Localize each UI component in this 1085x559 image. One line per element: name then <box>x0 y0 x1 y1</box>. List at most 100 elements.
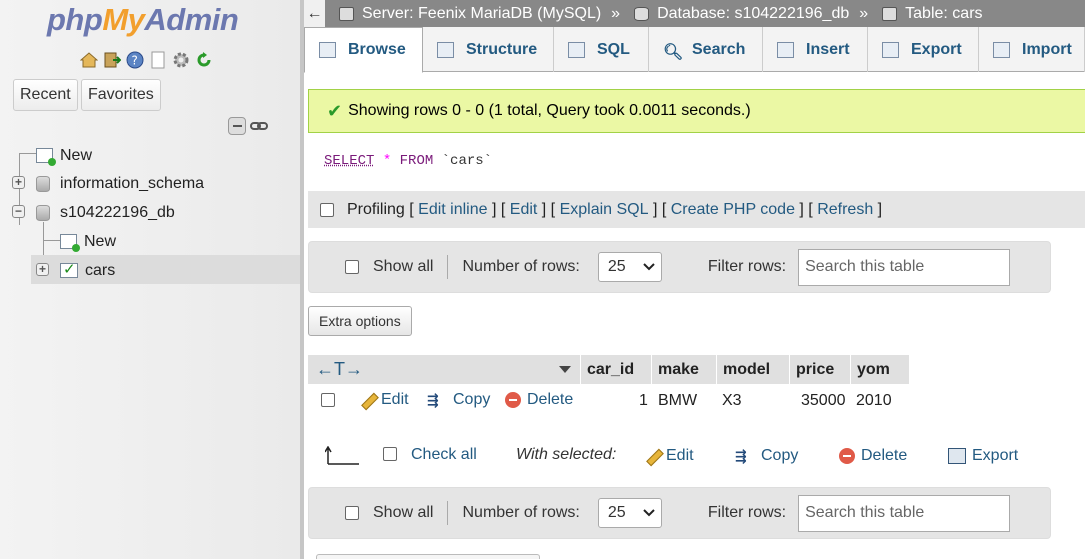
recent-button[interactable]: Recent <box>13 79 78 111</box>
table-navigation-top: Show all Number of rows: 25 Filter rows:… <box>308 241 1051 293</box>
sort-options-icon[interactable] <box>558 365 572 374</box>
tree-item-cars[interactable]: cars <box>60 256 115 285</box>
explain-sql-link[interactable]: Explain SQL <box>560 201 649 219</box>
cell-yom[interactable]: 2010 <box>856 392 892 410</box>
tree-item-new-table[interactable]: New <box>60 227 116 256</box>
tree-item-label: cars <box>85 262 115 280</box>
column-resize-icon[interactable]: ←T→ <box>316 359 363 380</box>
tree-item-label: New <box>84 233 116 251</box>
phpmyadmin-logo[interactable]: phpMyAdmin <box>47 2 238 38</box>
show-all-label: Show all <box>373 258 433 276</box>
tab-insert[interactable]: Insert <box>763 27 868 72</box>
breadcrumb: ← Server: Feenix MariaDB (MySQL) » Datab… <box>304 0 1085 27</box>
row-delete-button[interactable]: Delete <box>505 391 573 409</box>
row-copy-button[interactable]: ⇶ Copy <box>427 391 490 409</box>
insert-icon <box>777 42 794 58</box>
breadcrumb-server[interactable]: Server: Feenix MariaDB (MySQL) <box>339 5 601 23</box>
tree-item-information-schema[interactable]: information_schema <box>36 169 204 198</box>
check-all-label[interactable]: Check all <box>411 446 477 464</box>
settings-icon[interactable] <box>171 50 190 69</box>
tab-label: SQL <box>597 41 630 59</box>
refresh-link[interactable]: Refresh <box>817 201 873 219</box>
pencil-icon <box>644 448 660 464</box>
tab-search[interactable]: 🔍︎ Search <box>649 27 763 72</box>
breadcrumb-table-label: Table: cars <box>905 5 982 23</box>
tree-item-label: information_schema <box>60 175 204 193</box>
column-header-price[interactable]: price <box>790 355 850 384</box>
expand-icon[interactable]: + <box>36 263 49 276</box>
number-of-rows-select[interactable]: 25 <box>598 252 662 282</box>
number-of-rows-label: Number of rows: <box>462 258 579 276</box>
number-of-rows-select[interactable]: 25 <box>598 498 662 528</box>
favorites-button[interactable]: Favorites <box>81 79 161 111</box>
table-tabs: Browse Structure SQL 🔍︎ Search Insert Exp… <box>304 27 1085 72</box>
row-delete-label: Delete <box>527 391 573 409</box>
filter-rows-input[interactable]: Search this table <box>798 495 1010 532</box>
tab-import[interactable]: Import <box>979 27 1085 72</box>
svg-text:?: ? <box>131 53 137 67</box>
reload-icon[interactable] <box>194 50 213 69</box>
tab-sql[interactable]: SQL <box>554 27 649 72</box>
collapse-icon[interactable]: − <box>12 205 25 218</box>
sql-keyword-select[interactable]: SELECT <box>324 153 374 169</box>
tree-item-s104222196-db[interactable]: s104222196_db <box>36 198 175 227</box>
filter-rows-label: Filter rows: <box>708 504 786 522</box>
cell-model[interactable]: X3 <box>722 392 742 410</box>
bulk-export-button[interactable]: Export <box>948 447 1018 465</box>
cell-price[interactable]: 35000 <box>801 392 846 410</box>
chevron-down-icon <box>643 509 655 517</box>
bulk-delete-button[interactable]: Delete <box>839 447 907 465</box>
tab-browse[interactable]: Browse <box>304 27 423 73</box>
query-results-operations-box <box>316 554 540 559</box>
logout-icon[interactable] <box>102 50 121 69</box>
column-header-model[interactable]: model <box>717 355 789 384</box>
expand-icon[interactable]: + <box>12 176 25 189</box>
breadcrumb-database[interactable]: Database: s104222196_db <box>634 5 849 23</box>
filter-rows-input[interactable]: Search this table <box>798 249 1010 286</box>
sql-table-name: `cars` <box>442 153 492 169</box>
cell-car-id[interactable]: 1 <box>639 392 648 410</box>
link-icon[interactable] <box>250 117 268 135</box>
show-all-checkbox[interactable] <box>345 260 359 274</box>
create-php-code-link[interactable]: Create PHP code <box>671 201 795 219</box>
collapse-all-icon[interactable] <box>228 117 246 135</box>
breadcrumb-separator: » <box>611 5 620 23</box>
panel-splitter[interactable] <box>300 0 304 559</box>
column-header-car-id[interactable]: car_id <box>581 355 651 384</box>
cell-make[interactable]: BMW <box>658 392 697 410</box>
bulk-edit-button[interactable]: Edit <box>644 447 694 465</box>
row-copy-label: Copy <box>453 391 490 409</box>
collapse-panel-icon[interactable]: ← <box>304 0 325 27</box>
filter-rows-label: Filter rows: <box>708 258 786 276</box>
tab-structure[interactable]: Structure <box>423 27 554 72</box>
success-message: ✔ Showing rows 0 - 0 (1 total, Query too… <box>308 89 1085 133</box>
success-message-text: Showing rows 0 - 0 (1 total, Query took … <box>348 102 751 120</box>
browse-icon <box>319 42 336 58</box>
bulk-copy-label: Copy <box>761 447 798 465</box>
help-icon[interactable]: ? <box>125 50 144 69</box>
tree-item-new[interactable]: New <box>36 141 92 170</box>
breadcrumb-table[interactable]: Table: cars <box>882 5 982 23</box>
show-all-checkbox[interactable] <box>345 506 359 520</box>
extra-options-button[interactable]: Extra options <box>308 306 412 336</box>
bulk-copy-button[interactable]: ⇶ Copy <box>735 447 798 465</box>
edit-query-link[interactable]: Edit <box>510 201 538 219</box>
check-all-checkbox[interactable] <box>383 447 397 461</box>
bulk-export-label: Export <box>972 447 1018 465</box>
column-header-yom[interactable]: yom <box>851 355 909 384</box>
tab-export[interactable]: Export <box>868 27 979 72</box>
number-of-rows-value: 25 <box>608 504 626 522</box>
docs-icon[interactable] <box>148 50 167 69</box>
column-header-make[interactable]: make <box>652 355 716 384</box>
success-check-icon: ✔ <box>327 101 342 122</box>
table-icon <box>60 263 78 278</box>
copy-icon: ⇶ <box>735 447 755 465</box>
profiling-checkbox[interactable] <box>320 203 334 217</box>
breadcrumb-separator: » <box>859 5 868 23</box>
home-icon[interactable] <box>79 50 98 69</box>
row-checkbox[interactable] <box>321 393 335 407</box>
chevron-down-icon <box>643 263 655 271</box>
row-edit-button[interactable]: Edit <box>359 391 409 409</box>
query-options-bar: Profiling [ Edit inline ] [ Edit ] [ Exp… <box>308 191 1085 228</box>
edit-inline-link[interactable]: Edit inline <box>418 201 487 219</box>
